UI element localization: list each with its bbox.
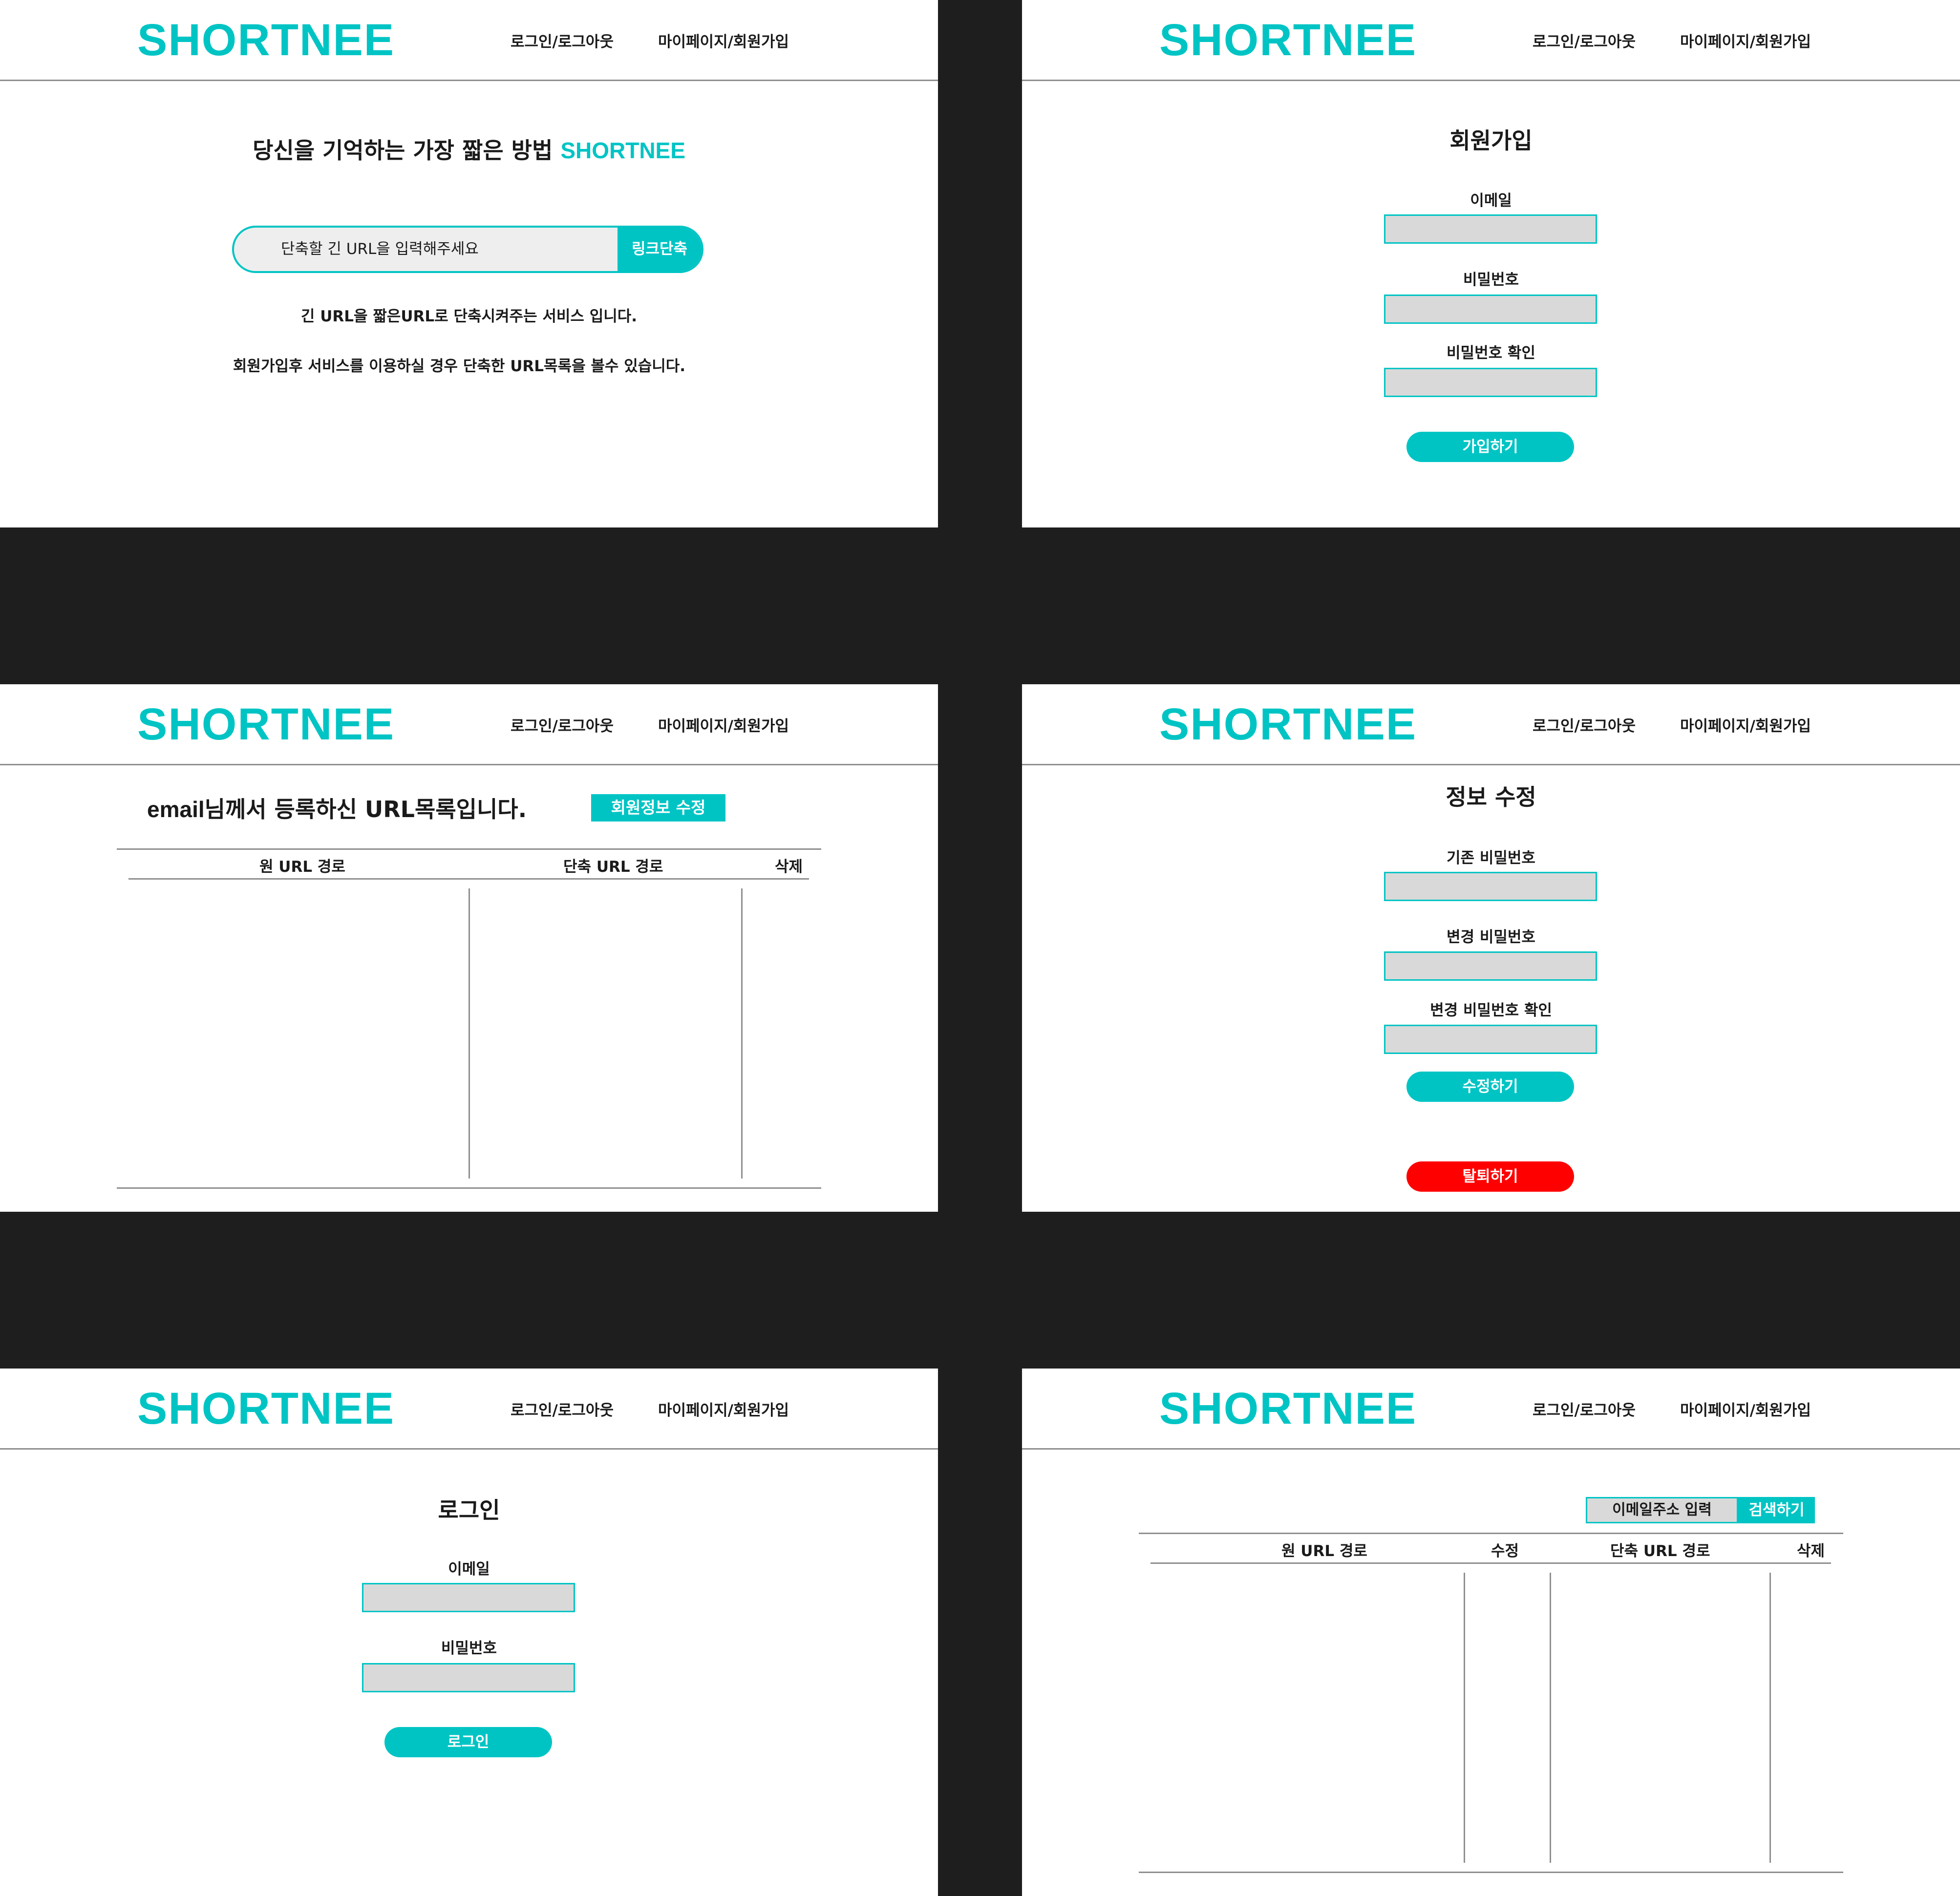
table-bottom-border [1139,1872,1843,1873]
email-field[interactable] [362,1583,575,1612]
nav-login-logout[interactable]: 로그인/로그아웃 [511,29,614,51]
save-changes-button[interactable]: 수정하기 [1406,1072,1574,1102]
slogan-brand: SHORTNEE [560,138,685,163]
nav-mypage-signup[interactable]: 마이페이지/회원가입 [658,714,789,736]
email-search-input[interactable]: 이메일주소 입력 [1586,1497,1738,1523]
table-top-border [117,848,821,850]
header-divider [1150,1562,1831,1564]
column-short-url: 단축 URL 경로 [563,858,663,876]
list-title-text: 님께서 등록하신 URL목록입니다. [204,796,527,822]
nav-login-logout[interactable]: 로그인/로그아웃 [511,1398,614,1420]
column-divider [1464,1573,1465,1863]
site-header: SHORTNEE 로그인/로그아웃 마이페이지/회원가입 [0,684,938,765]
column-divider [1769,1573,1771,1863]
site-header: SHORTNEE 로그인/로그아웃 마이페이지/회원가입 [1022,0,1960,81]
site-header: SHORTNEE 로그인/로그아웃 마이페이지/회원가입 [1022,1369,1960,1450]
email-label: 이메일 [448,1560,490,1578]
logo[interactable]: SHORTNEE [1159,699,1417,750]
password-field[interactable] [362,1663,575,1692]
new-password-field[interactable] [1384,951,1597,981]
password-field[interactable] [1384,295,1597,324]
password-confirm-label: 비밀번호 확인 [1447,344,1535,362]
email-field[interactable] [1384,214,1597,244]
withdraw-button[interactable]: 탈퇴하기 [1406,1161,1574,1192]
home-screen: SHORTNEE 로그인/로그아웃 마이페이지/회원가입 당신을 기억하는 가장… [0,0,938,527]
signup-button[interactable]: 가입하기 [1406,432,1574,462]
login-screen: SHORTNEE 로그인/로그아웃 마이페이지/회원가입 로그인 이메일 비밀번… [0,1369,938,1896]
my-url-list-screen: SHORTNEE 로그인/로그아웃 마이페이지/회원가입 email님께서 등록… [0,684,938,1212]
nav-mypage-signup[interactable]: 마이페이지/회원가입 [658,1398,789,1420]
logo[interactable]: SHORTNEE [137,1383,395,1434]
current-password-field[interactable] [1384,872,1597,901]
column-divider [469,888,470,1179]
page-title: 정보 수정 [1446,784,1536,810]
new-password-confirm-label: 변경 비밀번호 확인 [1430,1002,1552,1019]
column-divider [1550,1573,1551,1863]
long-url-input[interactable]: 단축할 긴 URL을 입력해주세요 [281,228,594,271]
logo[interactable]: SHORTNEE [137,699,395,750]
login-button[interactable]: 로그인 [384,1727,552,1757]
site-header: SHORTNEE 로그인/로그아웃 마이페이지/회원가입 [0,1369,938,1450]
new-password-label: 변경 비밀번호 [1447,928,1535,946]
password-label: 비밀번호 [441,1640,497,1657]
password-confirm-field[interactable] [1384,368,1597,397]
shorten-button[interactable]: 링크단축 [618,228,702,271]
nav-mypage-signup[interactable]: 마이페이지/회원가입 [1680,1398,1811,1420]
search-button[interactable]: 검색하기 [1738,1497,1815,1523]
email-label: 이메일 [1470,192,1512,210]
column-delete: 삭제 [775,858,803,876]
url-shorten-bar: 단축할 긴 URL을 입력해주세요 링크단축 [232,226,703,273]
user-email: email [147,797,205,822]
nav-login-logout[interactable]: 로그인/로그아웃 [511,714,614,736]
column-divider [741,888,743,1179]
column-edit: 수정 [1491,1542,1519,1560]
edit-profile-button[interactable]: 회원정보 수정 [591,794,725,822]
edit-info-screen: SHORTNEE 로그인/로그아웃 마이페이지/회원가입 정보 수정 기존 비밀… [1022,684,1960,1212]
logo[interactable]: SHORTNEE [1159,1383,1417,1434]
signup-benefit-description: 회원가입후 서비스를 이용하실 경우 단축한 URL목록을 볼수 있습니다. [233,358,686,375]
password-label: 비밀번호 [1463,271,1519,289]
page-title: 로그인 [438,1497,500,1523]
nav-mypage-signup[interactable]: 마이페이지/회원가입 [658,29,789,51]
admin-url-search-screen: SHORTNEE 로그인/로그아웃 마이페이지/회원가입 이메일주소 입력 검색… [1022,1369,1960,1896]
current-password-label: 기존 비밀번호 [1447,849,1535,867]
nav-mypage-signup[interactable]: 마이페이지/회원가입 [1680,29,1811,51]
logo[interactable]: SHORTNEE [137,15,395,66]
list-title: email님께서 등록하신 URL목록입니다. [147,792,527,824]
header-divider [128,878,809,880]
column-delete: 삭제 [1797,1542,1825,1560]
signup-screen: SHORTNEE 로그인/로그아웃 마이페이지/회원가입 회원가입 이메일 비밀… [1022,0,1960,527]
new-password-confirm-field[interactable] [1384,1025,1597,1054]
site-header: SHORTNEE 로그인/로그아웃 마이페이지/회원가입 [1022,684,1960,765]
slogan-text: 당신을 기억하는 가장 짧은 방법 [253,137,561,164]
column-original-url: 원 URL 경로 [1281,1542,1367,1560]
table-top-border [1139,1533,1843,1534]
logo[interactable]: SHORTNEE [1159,15,1417,66]
site-header: SHORTNEE 로그인/로그아웃 마이페이지/회원가입 [0,0,938,81]
nav-login-logout[interactable]: 로그인/로그아웃 [1533,29,1636,51]
nav-login-logout[interactable]: 로그인/로그아웃 [1533,1398,1636,1420]
nav-login-logout[interactable]: 로그인/로그아웃 [1533,714,1636,736]
table-bottom-border [117,1187,821,1189]
nav-mypage-signup[interactable]: 마이페이지/회원가입 [1680,714,1811,736]
service-description: 긴 URL을 짧은URL로 단축시켜주는 서비스 입니다. [300,308,638,325]
page-title: 회원가입 [1449,127,1533,154]
column-short-url: 단축 URL 경로 [1610,1542,1710,1560]
slogan: 당신을 기억하는 가장 짧은 방법 SHORTNEE [0,133,938,165]
column-original-url: 원 URL 경로 [259,858,345,876]
